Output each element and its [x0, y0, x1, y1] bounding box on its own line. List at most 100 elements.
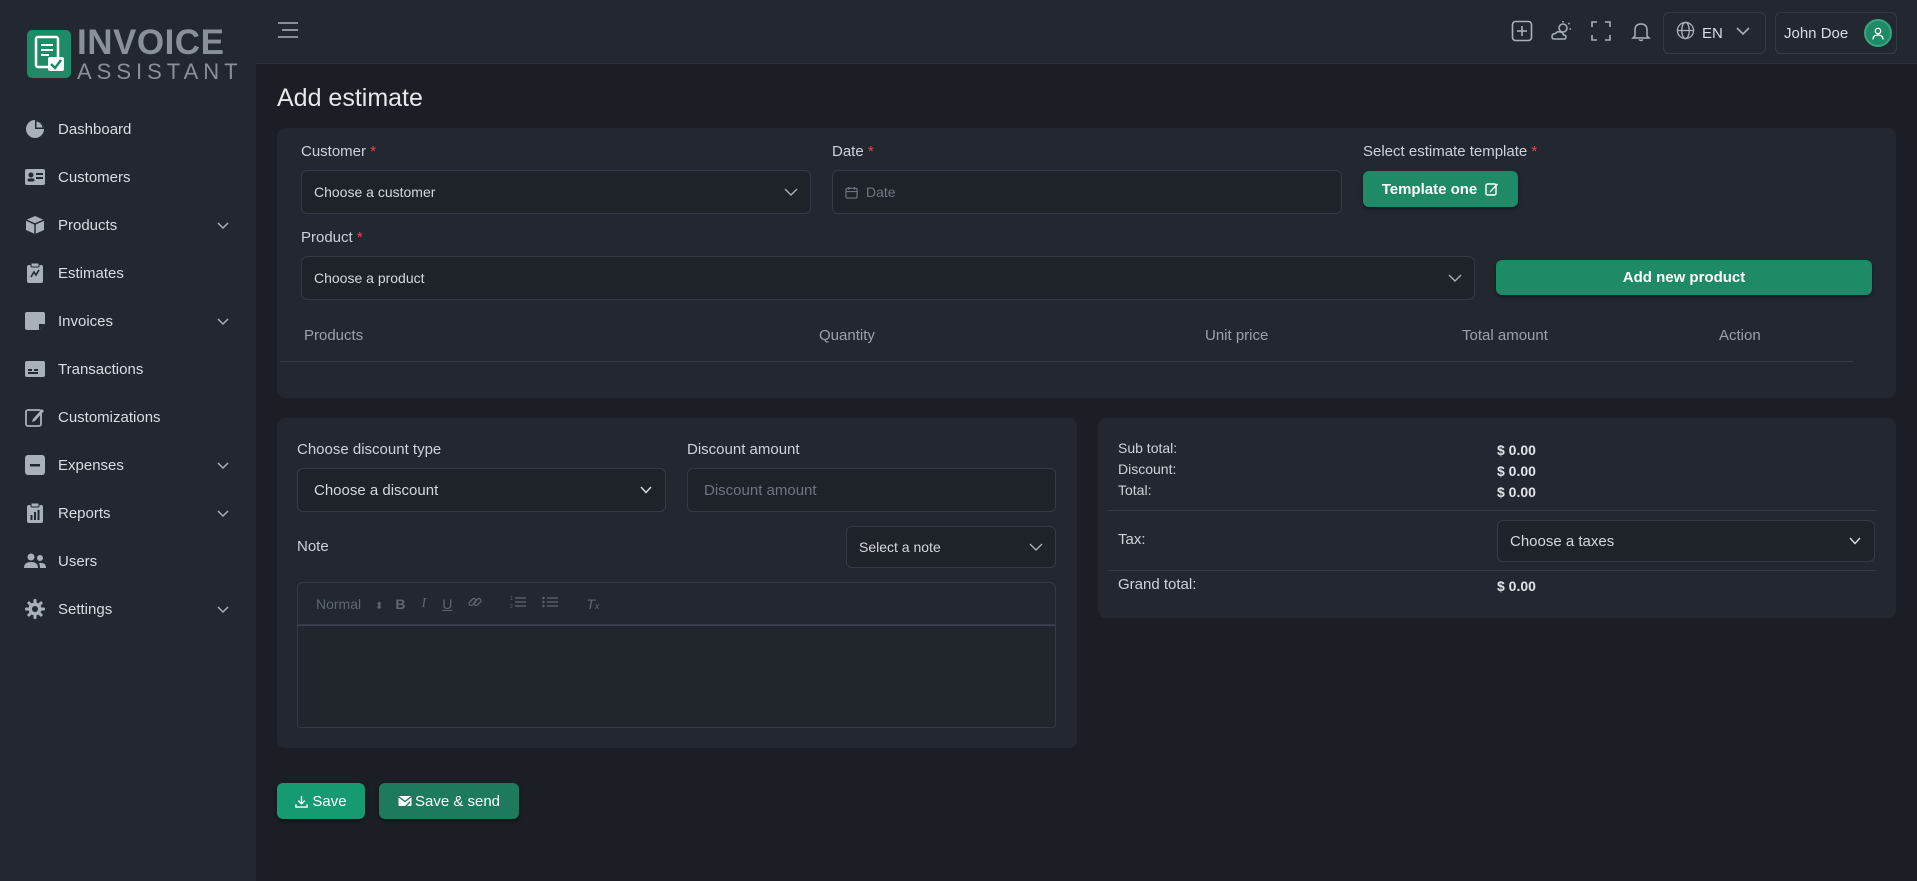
table-header-total-amount: Total amount	[1462, 327, 1548, 344]
discount-amount-input[interactable]: Discount amount	[687, 468, 1056, 512]
discount-amount-placeholder: Discount amount	[704, 481, 817, 499]
italic-icon[interactable]: I	[422, 596, 427, 612]
add-square-icon[interactable]	[1511, 20, 1535, 44]
sidebar-item-customizations[interactable]: Customizations	[0, 393, 256, 441]
discount-summary-value: $ 0.00	[1497, 463, 1536, 479]
chevron-down-icon	[216, 506, 230, 520]
report-icon	[24, 502, 46, 524]
link-icon[interactable]	[468, 595, 482, 612]
discount-type-select[interactable]: Choose a discount	[297, 468, 666, 512]
sidebar-item-products[interactable]: Products	[0, 201, 256, 249]
note-editor-toolbar: Normal ⬍ B I U 12 Tx	[297, 582, 1056, 625]
chevron-down-icon	[639, 483, 653, 497]
chevron-down-icon	[216, 602, 230, 616]
bullet-list-icon[interactable]	[542, 595, 559, 612]
add-new-product-button[interactable]: Add new product	[1496, 260, 1872, 295]
template-button[interactable]: Template one	[1363, 171, 1518, 207]
chevron-down-icon	[784, 185, 798, 199]
table-header-products: Products	[304, 327, 364, 344]
save-button[interactable]: Save	[277, 783, 365, 819]
sidebar-item-label: Customizations	[58, 408, 161, 426]
chevron-down-icon	[216, 314, 230, 328]
clipboard-icon	[24, 262, 46, 284]
sidebar-item-label: Customers	[58, 168, 131, 186]
sidebar-item-estimates[interactable]: Estimates	[0, 249, 256, 297]
user-menu[interactable]: John Doe	[1775, 12, 1897, 54]
sidebar-item-label: Users	[58, 552, 98, 570]
underline-icon[interactable]: U	[442, 596, 452, 612]
sidebar-item-dashboard[interactable]: Dashboard	[0, 105, 256, 153]
discount-amount-label: Discount amount	[687, 441, 800, 458]
sidebar-item-users[interactable]: Users	[0, 537, 256, 585]
avatar	[1864, 19, 1892, 47]
box-icon	[24, 214, 46, 236]
users-icon	[24, 550, 46, 572]
bold-icon[interactable]: B	[395, 596, 405, 612]
subtotal-label: Sub total:	[1118, 440, 1178, 456]
chevron-down-icon	[1448, 271, 1462, 285]
sidebar-item-expenses[interactable]: Expenses	[0, 441, 256, 489]
product-select[interactable]: Choose a product	[301, 256, 1475, 300]
note-editor[interactable]	[297, 625, 1056, 728]
total-value: $ 0.00	[1497, 484, 1536, 500]
chevron-down-icon	[1029, 540, 1043, 554]
edit-icon	[24, 406, 46, 428]
menu-toggle-icon[interactable]	[276, 20, 300, 42]
ordered-list-icon[interactable]: 12	[510, 595, 527, 612]
sidebar-item-transactions[interactable]: Transactions	[0, 345, 256, 393]
topbar: EN John Doe	[256, 0, 1917, 64]
date-field[interactable]: Date	[832, 170, 1342, 214]
minus-square-icon	[24, 454, 46, 476]
save-send-button[interactable]: Save & send	[379, 783, 519, 819]
app-logo[interactable]: INVOICE ASSISTANT	[27, 25, 243, 83]
customer-select[interactable]: Choose a customer	[301, 170, 811, 214]
summary-divider	[1108, 510, 1876, 511]
format-select[interactable]: Normal ⬍	[316, 596, 383, 612]
note-label: Note	[297, 538, 329, 555]
edit-icon	[1485, 182, 1499, 196]
template-label: Select estimate template *	[1363, 143, 1538, 160]
save-button-label: Save	[312, 792, 347, 810]
tax-select[interactable]: Choose a taxes	[1497, 520, 1875, 562]
discount-summary-label: Discount:	[1118, 461, 1177, 477]
tax-label: Tax:	[1118, 531, 1146, 548]
language-code: EN	[1702, 24, 1723, 42]
sidebar-item-settings[interactable]: Settings	[0, 585, 256, 633]
table-header-action: Action	[1719, 327, 1761, 344]
chevron-down-icon	[1735, 23, 1751, 44]
calendar-icon	[845, 186, 858, 199]
product-select-value: Choose a product	[314, 270, 425, 286]
bell-icon[interactable]	[1630, 20, 1654, 44]
chevron-down-icon	[216, 458, 230, 472]
clear-format-icon[interactable]: Tx	[586, 596, 599, 612]
language-selector[interactable]: EN	[1663, 12, 1766, 54]
user-name: John Doe	[1784, 24, 1849, 42]
logo-line1: INVOICE	[77, 23, 225, 62]
download-icon	[295, 795, 309, 808]
theme-weather-icon[interactable]	[1551, 20, 1575, 44]
globe-icon	[1676, 21, 1695, 45]
template-button-label: Template one	[1381, 180, 1478, 198]
chevron-down-icon	[1848, 534, 1862, 548]
page-title: Add estimate	[277, 84, 423, 112]
card-icon	[24, 358, 46, 380]
total-label: Total:	[1118, 482, 1152, 498]
tax-select-value: Choose a taxes	[1510, 532, 1615, 550]
mail-send-icon	[398, 795, 412, 807]
logo-line2: ASSISTANT	[77, 59, 243, 84]
note-select[interactable]: Select a note	[846, 526, 1056, 568]
id-card-icon	[24, 166, 46, 188]
note-select-value: Select a note	[859, 539, 941, 555]
pie-chart-icon	[24, 118, 46, 140]
date-label: Date *	[832, 143, 874, 160]
sidebar-item-reports[interactable]: Reports	[0, 489, 256, 537]
fullscreen-icon[interactable]	[1590, 20, 1614, 44]
sidebar-nav: Dashboard Customers Products Estimates I…	[0, 105, 256, 633]
chevron-down-icon	[216, 218, 230, 232]
table-header-unit-price: Unit price	[1205, 327, 1269, 344]
sidebar-item-customers[interactable]: Customers	[0, 153, 256, 201]
sidebar-item-invoices[interactable]: Invoices	[0, 297, 256, 345]
sidebar-item-label: Transactions	[58, 360, 144, 378]
invoice-icon	[24, 310, 46, 332]
product-label: Product *	[301, 229, 363, 246]
